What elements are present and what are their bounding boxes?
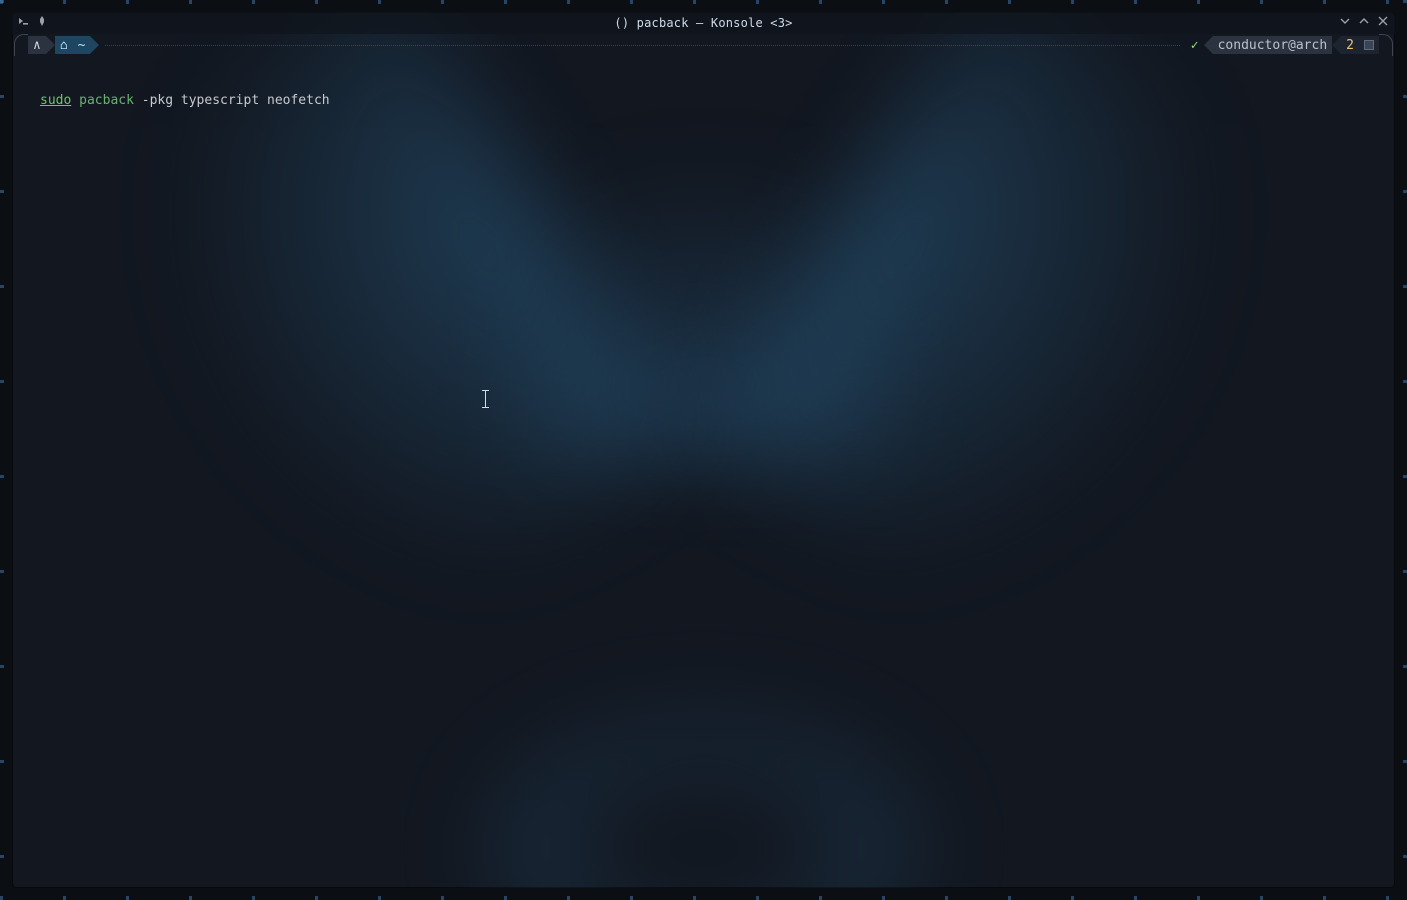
konsole-window: () pacback — Konsole <3> ∧ ⌂ ~ ✓ [12, 12, 1395, 888]
prompt-battery-icon [1359, 36, 1379, 54]
cmd-sudo: sudo [40, 93, 71, 108]
cmd-program: pacback [79, 93, 134, 108]
prompt-dotted-fill [105, 45, 1179, 46]
pin-icon[interactable] [36, 15, 48, 31]
prompt-job-count: 2 [1341, 36, 1359, 54]
prompt-seg-path: ~ [73, 36, 91, 54]
command-line-1: sudo pacback -pkg typescript neofetch [40, 92, 1381, 110]
prompt-right-segments: ✓ conductor@arch 2 [1186, 36, 1379, 54]
prompt-seg-arch: ∧ [28, 36, 46, 54]
minimize-icon[interactable] [1358, 15, 1370, 31]
prompt-host: conductor@arch [1213, 36, 1333, 54]
prompt-seg-home-icon: ⌂ [55, 36, 73, 54]
prompt-left-segments: ∧ ⌂ ~ [28, 36, 99, 54]
window-titlebar[interactable]: () pacback — Konsole <3> [12, 12, 1395, 34]
text-cursor-ibeam-icon [482, 390, 489, 408]
cmd-args: -pkg typescript neofetch [134, 93, 330, 108]
window-title: () pacback — Konsole <3> [12, 16, 1395, 30]
terminal-viewport[interactable]: sudo pacback -pkg typescript neofetch [12, 56, 1395, 146]
menu-chevron-down-icon[interactable] [1339, 15, 1351, 31]
close-icon[interactable] [1377, 15, 1389, 31]
app-menu-icon[interactable] [18, 15, 30, 31]
prompt-status-check-icon: ✓ [1186, 36, 1204, 54]
prompt-status-line: ∧ ⌂ ~ ✓ conductor@arch 2 [12, 34, 1395, 56]
